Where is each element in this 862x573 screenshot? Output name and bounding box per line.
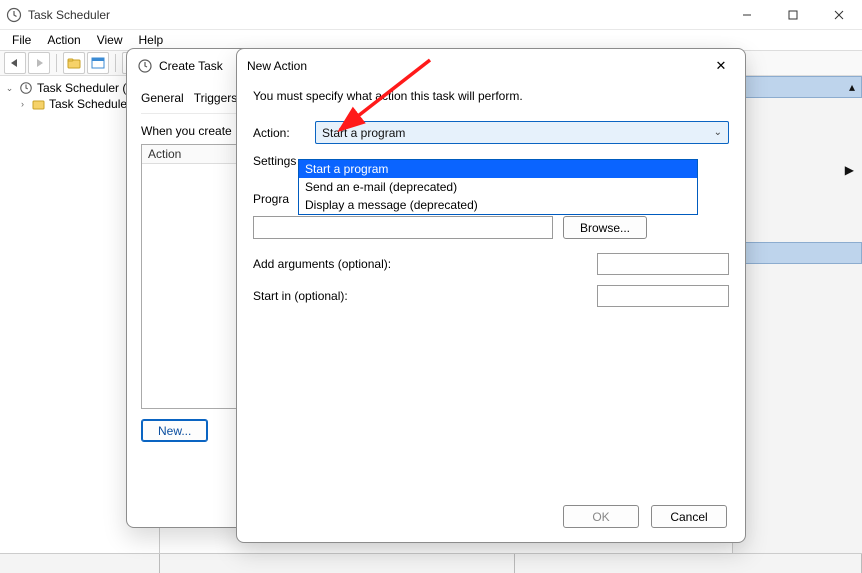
start-in-label: Start in (optional): (253, 289, 587, 303)
action-selected-value: Start a program (322, 126, 405, 140)
add-arguments-input[interactable] (597, 253, 729, 275)
actions-pane: ▴ ▶ (732, 76, 862, 553)
window-title: Task Scheduler (28, 8, 110, 22)
tree-root-label: Task Scheduler (L (37, 81, 133, 95)
option-start-a-program[interactable]: Start a program (299, 160, 697, 178)
option-display-message[interactable]: Display a message (deprecated) (299, 196, 697, 214)
minimize-button[interactable] (724, 0, 770, 30)
statusbar (0, 553, 862, 573)
tab-triggers[interactable]: Triggers (194, 89, 238, 107)
ok-button[interactable]: OK (563, 505, 639, 528)
start-in-input[interactable] (597, 285, 729, 307)
menu-file[interactable]: File (4, 31, 39, 49)
chevron-down-icon: ⌄ (714, 127, 722, 138)
collapse-up-icon[interactable]: ▴ (849, 80, 855, 94)
add-arguments-label: Add arguments (optional): (253, 257, 587, 271)
new-action-titlebar: New Action ✕ (237, 49, 745, 83)
toolbar-window-icon[interactable] (87, 52, 109, 74)
menu-action[interactable]: Action (39, 31, 88, 49)
actions-header: ▴ (733, 76, 862, 98)
new-action-instruction: You must specify what action this task w… (253, 87, 729, 121)
tree-child-label: Task Schedule (49, 97, 127, 111)
chevron-right-icon: › (17, 99, 28, 109)
program-script-input[interactable] (253, 216, 553, 239)
menu-view[interactable]: View (89, 31, 131, 49)
action-label: Action: (253, 126, 305, 140)
create-task-title: Create Task (159, 59, 223, 73)
new-action-dialog: New Action ✕ You must specify what actio… (236, 48, 746, 543)
new-action-close-button[interactable]: ✕ (707, 52, 735, 80)
back-button[interactable] (4, 52, 26, 74)
close-button[interactable] (816, 0, 862, 30)
new-action-title: New Action (247, 59, 307, 73)
new-button[interactable]: New... (141, 419, 208, 442)
toolbar-folder-icon[interactable] (63, 52, 85, 74)
menu-help[interactable]: Help (131, 31, 172, 49)
action-dropdown-list: Start a program Send an e-mail (deprecat… (298, 159, 698, 215)
option-send-email[interactable]: Send an e-mail (deprecated) (299, 178, 697, 196)
browse-button[interactable]: Browse... (563, 216, 647, 239)
titlebar: Task Scheduler (0, 0, 862, 30)
tab-general[interactable]: General (141, 89, 184, 107)
task-scheduler-icon (6, 7, 22, 23)
maximize-button[interactable] (770, 0, 816, 30)
forward-button[interactable] (28, 52, 50, 74)
action-combobox[interactable]: Start a program ⌄ (315, 121, 729, 144)
cancel-button[interactable]: Cancel (651, 505, 727, 528)
chevron-down-icon: ⌄ (4, 83, 15, 94)
menubar: File Action View Help (0, 30, 862, 50)
scroll-right-icon[interactable]: ▶ (845, 163, 854, 177)
